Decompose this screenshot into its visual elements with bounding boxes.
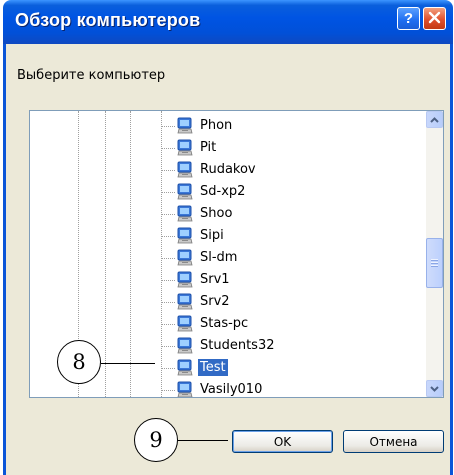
tree-item-label: Shoo	[200, 206, 233, 221]
computer-icon	[176, 249, 194, 267]
tree-branch-line	[161, 236, 175, 237]
tree-item-label: Vasily010	[200, 382, 263, 397]
tree-branch-line	[161, 258, 175, 259]
help-icon: ?	[403, 10, 414, 27]
computer-icon	[176, 381, 194, 397]
thumb-grip	[431, 265, 438, 267]
computer-icon	[176, 139, 194, 157]
tree-item-label: Students32	[200, 338, 275, 353]
computer-icon	[176, 227, 194, 245]
tree-item-label: Sipi	[200, 228, 224, 243]
tree-branch-line	[161, 390, 175, 391]
computer-icon	[176, 315, 194, 333]
tree-branch-line	[161, 346, 175, 347]
tree-branch-line	[161, 214, 175, 215]
tree-item-label: Stas-pc	[200, 316, 249, 331]
chevron-down-icon	[430, 385, 439, 392]
tree-item-label: Sl-dm	[200, 250, 238, 265]
computer-icon	[176, 117, 194, 135]
tree-branch-line	[161, 302, 175, 303]
thumb-grip	[431, 262, 438, 264]
tree-branch-line	[161, 192, 175, 193]
tree-branch-line	[161, 280, 175, 281]
scroll-up-button[interactable]	[426, 111, 443, 128]
tree-item-label: Test	[198, 359, 228, 376]
scroll-down-button[interactable]	[426, 380, 443, 397]
tree-branch-line	[161, 111, 162, 397]
thumb-grip	[431, 259, 438, 261]
tree-branch-line	[161, 368, 175, 369]
close-button[interactable]	[423, 7, 446, 30]
callout-9: 9	[134, 418, 178, 462]
prompt-label: Выберите компьютер	[17, 68, 166, 83]
tree-item-label: Phon	[200, 118, 233, 133]
computer-icon	[176, 205, 194, 223]
tree-branch-line	[161, 324, 175, 325]
computer-icon	[176, 183, 194, 201]
tree-guide-line	[130, 111, 131, 397]
title-bar[interactable]: Обзор компьютеров ?	[3, 0, 453, 44]
tree-item-label: Pit	[200, 140, 217, 155]
scroll-thumb[interactable]	[426, 238, 443, 288]
tree-item-label: Rudakov	[200, 162, 256, 177]
window-title: Обзор компьютеров	[15, 10, 201, 30]
computer-icon	[176, 271, 194, 289]
tree-item-label: Sd-xp2	[200, 184, 246, 199]
computer-icon	[176, 337, 194, 355]
help-button[interactable]: ?	[397, 7, 420, 30]
computer-icon	[176, 293, 194, 311]
callout-8-leader	[101, 363, 155, 364]
tree-branch-line	[161, 170, 175, 171]
tree-branch-line	[161, 126, 175, 127]
computer-icon	[176, 161, 194, 179]
chevron-up-icon	[430, 116, 439, 123]
browse-computers-dialog: Обзор компьютеров ? Выберите компьютер P…	[3, 0, 453, 475]
callout-9-leader	[178, 440, 228, 441]
vertical-scrollbar[interactable]	[426, 111, 443, 397]
tree-item-label: Srv1	[200, 272, 230, 287]
ok-button[interactable]: OK	[232, 430, 333, 453]
callout-8: 8	[57, 340, 101, 384]
computer-icon	[176, 359, 194, 377]
close-icon	[428, 9, 441, 28]
tree-guide-line	[105, 111, 106, 397]
cancel-button[interactable]: Отмена	[343, 430, 444, 453]
tree-branch-line	[161, 148, 175, 149]
tree-item-label: Srv2	[200, 294, 230, 309]
dialog-body: Выберите компьютер Phon Pit Rudakov Sd-xp2 S…	[3, 44, 453, 475]
